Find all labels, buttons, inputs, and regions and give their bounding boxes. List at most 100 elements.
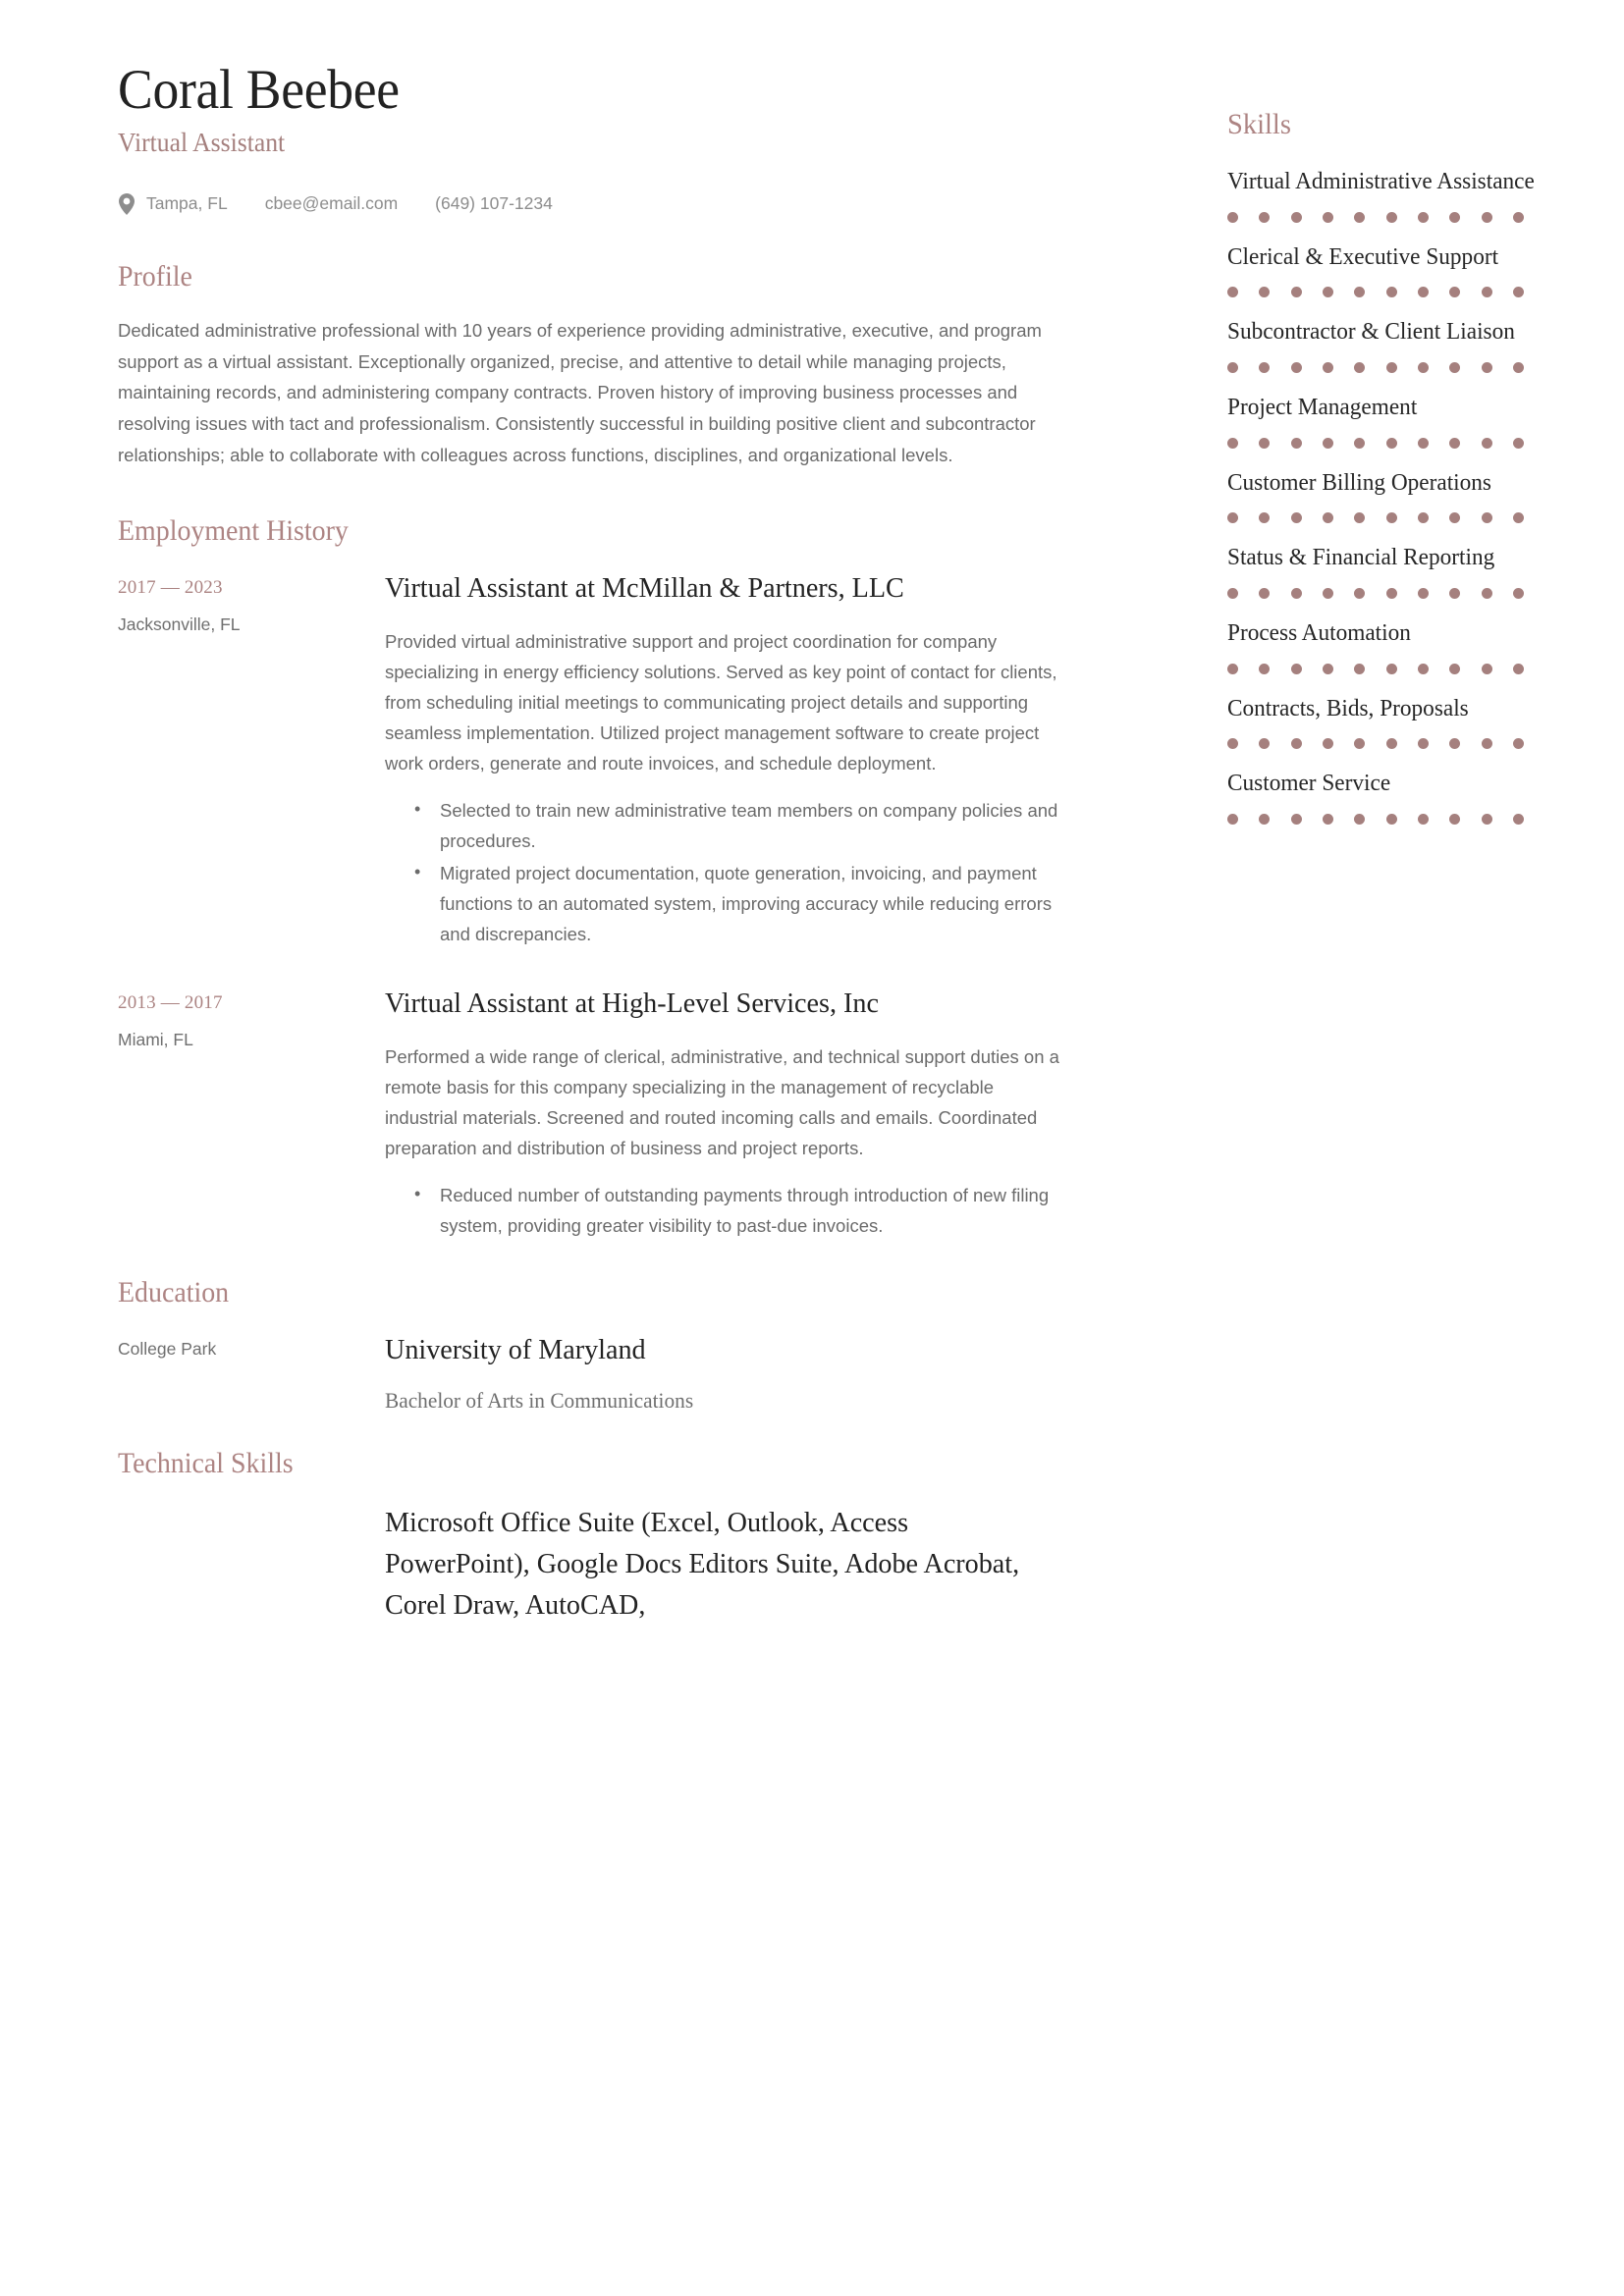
rating-dot-filled bbox=[1227, 362, 1238, 374]
entry-meta: 2013 — 2017 Miami, FL bbox=[118, 985, 385, 1243]
entry-content: Microsoft Office Suite (Excel, Outlook, … bbox=[385, 1502, 1062, 1626]
rating-dot-filled bbox=[1385, 287, 1397, 298]
rating-dot-filled bbox=[1354, 738, 1366, 750]
entry-title: Virtual Assistant at High-Level Services… bbox=[385, 987, 879, 1019]
skill-rating-dots bbox=[1227, 211, 1524, 223]
rating-dot-filled bbox=[1354, 588, 1366, 600]
rating-dot-filled bbox=[1417, 814, 1429, 826]
skill-item: Virtual Administrative Assistance bbox=[1227, 167, 1551, 223]
skill-name: Project Management bbox=[1227, 395, 1418, 421]
rating-dot-filled bbox=[1481, 512, 1492, 524]
employment-entry: 2013 — 2017 Miami, FL Virtual Assistant … bbox=[118, 985, 1100, 1243]
skill-name: Customer Service bbox=[1227, 771, 1391, 797]
rating-dot-filled bbox=[1481, 362, 1492, 374]
rating-dot-filled bbox=[1449, 738, 1461, 750]
entry-content: University of Maryland Bachelor of Arts … bbox=[385, 1331, 1062, 1414]
rating-dot-filled bbox=[1481, 738, 1492, 750]
entry-title: Virtual Assistant at McMillan & Partners… bbox=[385, 571, 904, 604]
rating-dot-filled bbox=[1290, 287, 1302, 298]
education-location: College Park bbox=[118, 1338, 217, 1359]
header-job-title: Virtual Assistant bbox=[118, 127, 286, 157]
skill-name: Process Automation bbox=[1227, 620, 1411, 647]
rating-dot-filled bbox=[1512, 512, 1524, 524]
rating-dot-filled bbox=[1322, 287, 1333, 298]
rating-dot-filled bbox=[1290, 437, 1302, 449]
education-entry: College Park University of Maryland Bach… bbox=[118, 1331, 1100, 1414]
rating-dot-filled bbox=[1385, 437, 1397, 449]
rating-dot-filled bbox=[1227, 588, 1238, 600]
rating-dot-filled bbox=[1354, 287, 1366, 298]
rating-dot-filled bbox=[1385, 512, 1397, 524]
skill-name: Contracts, Bids, Proposals bbox=[1227, 695, 1469, 721]
rating-dot-filled bbox=[1417, 588, 1429, 600]
skill-name: Status & Financial Reporting bbox=[1227, 545, 1495, 571]
entry-location: Jacksonville, FL bbox=[118, 614, 241, 634]
contact-phone[interactable]: (649) 107-1234 bbox=[435, 193, 553, 214]
skill-item: Project Management bbox=[1227, 393, 1551, 449]
skill-rating-dots bbox=[1227, 362, 1524, 374]
employment-entry: 2017 — 2023 Jacksonville, FL Virtual Ass… bbox=[118, 569, 1100, 951]
rating-dot-filled bbox=[1512, 663, 1524, 674]
entry-content: Virtual Assistant at High-Level Services… bbox=[385, 985, 1062, 1243]
education-degree: Bachelor of Arts in Communications bbox=[385, 1387, 694, 1413]
rating-dot-filled bbox=[1385, 211, 1397, 223]
rating-dot-filled bbox=[1259, 663, 1271, 674]
profile-text: Dedicated administrative professional wi… bbox=[118, 319, 1042, 466]
entry-meta: 2017 — 2023 Jacksonville, FL bbox=[118, 569, 385, 951]
section-heading-technical-skills: Technical Skills bbox=[118, 1446, 294, 1479]
rating-dot-filled bbox=[1354, 814, 1366, 826]
rating-dot-filled bbox=[1259, 512, 1271, 524]
rating-dot-filled bbox=[1417, 211, 1429, 223]
rating-dot-filled bbox=[1449, 663, 1461, 674]
page-title: Coral Beebee bbox=[118, 59, 400, 121]
skills-list: Virtual Administrative Assistance Clerica… bbox=[1227, 167, 1551, 826]
skill-rating-dots bbox=[1227, 814, 1524, 826]
rating-dot-filled bbox=[1512, 738, 1524, 750]
rating-dot-filled bbox=[1227, 211, 1238, 223]
rating-dot-filled bbox=[1259, 814, 1271, 826]
entry-description: Performed a wide range of clerical, admi… bbox=[385, 1046, 1059, 1159]
rating-dot-filled bbox=[1385, 588, 1397, 600]
rating-dot-filled bbox=[1227, 814, 1238, 826]
rating-dot-filled bbox=[1290, 588, 1302, 600]
rating-dot-filled bbox=[1322, 588, 1333, 600]
rating-dot-filled bbox=[1417, 663, 1429, 674]
rating-dot-filled bbox=[1290, 211, 1302, 223]
rating-dot-filled bbox=[1259, 211, 1271, 223]
contact-email[interactable]: cbee@email.com bbox=[265, 193, 398, 214]
rating-dot-filled bbox=[1290, 512, 1302, 524]
rating-dot-filled bbox=[1417, 362, 1429, 374]
rating-dot-filled bbox=[1227, 663, 1238, 674]
rating-dot-filled bbox=[1512, 588, 1524, 600]
rating-dot-filled bbox=[1354, 663, 1366, 674]
rating-dot-filled bbox=[1449, 362, 1461, 374]
rating-dot-filled bbox=[1354, 437, 1366, 449]
technical-skills-text: Microsoft Office Suite (Excel, Outlook, … bbox=[385, 1506, 1020, 1622]
rating-dot-filled bbox=[1259, 588, 1271, 600]
section-heading-skills: Skills bbox=[1227, 108, 1291, 140]
skill-name: Customer Billing Operations bbox=[1227, 469, 1491, 496]
skill-item: Subcontractor & Client Liaison bbox=[1227, 317, 1551, 374]
skill-name: Clerical & Executive Support bbox=[1227, 243, 1499, 270]
entry-bullet-list: Reduced number of outstanding payments t… bbox=[385, 1179, 1062, 1241]
entry-content: Virtual Assistant at McMillan & Partners… bbox=[385, 569, 1062, 951]
skill-rating-dots bbox=[1227, 512, 1524, 524]
entry-dates: 2017 — 2023 bbox=[118, 576, 223, 598]
rating-dot-filled bbox=[1290, 738, 1302, 750]
rating-dot-filled bbox=[1449, 211, 1461, 223]
rating-dot-filled bbox=[1449, 512, 1461, 524]
rating-dot-filled bbox=[1385, 738, 1397, 750]
skill-item: Customer Billing Operations bbox=[1227, 468, 1551, 524]
rating-dot-filled bbox=[1322, 512, 1333, 524]
rating-dot-filled bbox=[1481, 287, 1492, 298]
entry-location: Miami, FL bbox=[118, 1029, 193, 1049]
skill-rating-dots bbox=[1227, 663, 1524, 674]
entry-meta bbox=[118, 1502, 385, 1626]
rating-dot-filled bbox=[1449, 437, 1461, 449]
rating-dot-filled bbox=[1259, 738, 1271, 750]
rating-dot-filled bbox=[1481, 437, 1492, 449]
skill-rating-dots bbox=[1227, 287, 1524, 298]
section-heading-employment: Employment History bbox=[118, 513, 349, 547]
rating-dot-filled bbox=[1322, 814, 1333, 826]
rating-dot-filled bbox=[1481, 588, 1492, 600]
